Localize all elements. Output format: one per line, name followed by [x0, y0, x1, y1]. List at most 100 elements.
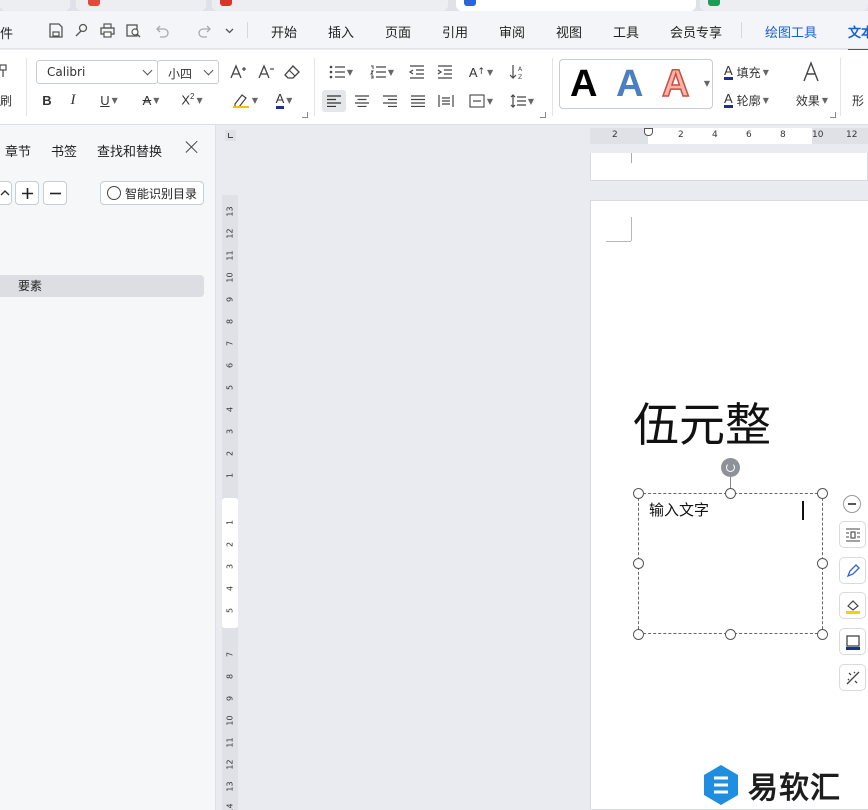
align-left-icon[interactable]	[322, 90, 346, 112]
outline-color-icon[interactable]	[839, 628, 866, 655]
text-style-red-outline[interactable]: A	[661, 63, 690, 105]
save-icon[interactable]	[46, 21, 64, 39]
text-outline-button[interactable]: A 轮廓 ▼	[724, 90, 784, 110]
fill-color-icon[interactable]	[839, 592, 866, 619]
redo-icon[interactable]	[196, 21, 214, 39]
text-style-black[interactable]: A	[570, 64, 597, 104]
nav-tab-find-replace[interactable]: 查找和替换	[97, 141, 162, 160]
resize-handle-left[interactable]	[633, 558, 644, 569]
superscript-button[interactable]: X2 ▼	[176, 90, 208, 110]
tab-view[interactable]: 视图	[556, 22, 582, 41]
tab-home[interactable]: 开始	[271, 22, 297, 41]
brand-logo-icon	[704, 765, 738, 805]
bold-button[interactable]: B	[38, 90, 56, 110]
ruler-number: 9	[225, 296, 235, 303]
pen-style-icon[interactable]	[839, 557, 866, 584]
rotate-handle[interactable]	[721, 458, 740, 477]
chevron-down-icon	[142, 65, 153, 76]
close-icon[interactable]	[184, 139, 200, 155]
text-box[interactable]: 输入文字	[638, 493, 823, 634]
align-center-icon[interactable]	[352, 90, 372, 112]
ruler-number: 3	[225, 428, 235, 435]
nav-tab-bookmarks[interactable]: 书签	[51, 141, 77, 160]
add-heading-button[interactable]	[15, 181, 39, 205]
vertical-align-icon[interactable]: ▼	[464, 90, 498, 112]
sort-icon[interactable]: AZ	[508, 62, 528, 82]
print-preview-icon[interactable]	[124, 21, 142, 39]
resize-handle-top[interactable]	[725, 488, 736, 499]
justify-icon[interactable]	[408, 90, 428, 112]
collapse-toolbar-button[interactable]	[843, 495, 861, 513]
resize-handle-bottom-right[interactable]	[817, 629, 828, 640]
navigation-pane: 章节 书签 查找和替换 智能识别目录 要素	[0, 125, 216, 810]
tab-member[interactable]: 会员专享	[670, 22, 722, 41]
shape-effects-icon[interactable]	[839, 664, 866, 691]
font-size-select[interactable]: 小四	[157, 60, 219, 84]
print-icon[interactable]	[98, 21, 116, 39]
decrease-indent-icon[interactable]	[408, 62, 426, 82]
export-icon[interactable]	[72, 21, 90, 39]
collapse-up-button[interactable]	[0, 181, 12, 205]
italic-button[interactable]: I	[64, 90, 82, 110]
tab-drawing-tools[interactable]: 绘图工具	[765, 22, 817, 41]
tab-tools[interactable]: 工具	[613, 22, 639, 41]
chevron-down-icon[interactable]	[220, 21, 238, 39]
tab-page[interactable]: 页面	[385, 22, 411, 41]
paragraph-dialog-launcher[interactable]	[540, 112, 546, 118]
undo-icon[interactable]	[152, 21, 170, 39]
highlight-icon[interactable]: ▼	[229, 90, 261, 110]
bullet-list-icon[interactable]: ▼	[326, 62, 356, 82]
file-menu[interactable]: 件	[0, 23, 13, 42]
document-heading[interactable]: 伍元整	[633, 389, 771, 455]
ruler-number: 5	[225, 607, 235, 614]
remove-heading-button[interactable]	[43, 181, 67, 205]
font-name-select[interactable]: Calibri	[36, 60, 158, 84]
indent-marker[interactable]	[644, 128, 653, 136]
numbered-list-icon[interactable]: ▼	[367, 62, 397, 82]
format-painter-icon[interactable]	[0, 62, 10, 80]
shape-button-partial[interactable]: 形	[852, 90, 864, 110]
resize-handle-right[interactable]	[817, 558, 828, 569]
format-painter-label[interactable]: 刷	[0, 92, 12, 109]
text-effect-button[interactable]: 效果 ▼	[792, 90, 832, 110]
tab-text-tools[interactable]: 文本	[848, 22, 868, 51]
text-box-content[interactable]: 输入文字	[649, 499, 709, 520]
resize-handle-bottom[interactable]	[725, 629, 736, 640]
nav-tab-chapters[interactable]: 章节	[5, 141, 31, 160]
ruler-number: 2	[678, 130, 684, 140]
smart-toc-label: 智能识别目录	[125, 186, 198, 201]
resize-handle-bottom-left[interactable]	[633, 629, 644, 640]
underline-button[interactable]: U ▼	[94, 90, 124, 110]
doc-tab[interactable]	[700, 0, 868, 11]
clear-format-icon[interactable]	[283, 63, 303, 81]
tab-stop-selector[interactable]	[225, 130, 236, 141]
ppt-icon	[220, 0, 232, 6]
resize-handle-top-left[interactable]	[633, 488, 644, 499]
doc-tab[interactable]	[212, 0, 448, 11]
font-color-button[interactable]: A ▼	[268, 90, 300, 110]
smart-toc-button[interactable]: 智能识别目录	[100, 181, 204, 205]
tab-insert[interactable]: 插入	[328, 22, 354, 41]
line-spacing-icon[interactable]: ▼	[506, 90, 538, 112]
strikethrough-button[interactable]: A ▼	[136, 90, 166, 110]
text-style-dialog-launcher[interactable]	[830, 112, 836, 118]
font-dialog-launcher[interactable]	[302, 112, 308, 118]
doc-tab-active[interactable]	[456, 0, 696, 11]
doc-tab[interactable]	[0, 0, 70, 11]
text-direction-icon[interactable]: A ↑ ▼	[464, 62, 498, 82]
tab-references[interactable]: 引用	[442, 22, 468, 41]
text-wrap-icon[interactable]	[839, 521, 866, 548]
grow-font-icon[interactable]	[228, 63, 248, 81]
resize-handle-top-right[interactable]	[817, 488, 828, 499]
distribute-icon[interactable]	[436, 90, 456, 112]
text-fill-button[interactable]: A 填充 ▼	[724, 62, 784, 82]
text-style-blue[interactable]: A	[616, 64, 643, 104]
doc-tab[interactable]	[76, 0, 206, 11]
shrink-font-icon[interactable]	[256, 63, 276, 81]
toc-item[interactable]: 要素	[0, 275, 204, 297]
gallery-more-icon[interactable]: ▼	[700, 76, 712, 90]
text-style-gallery[interactable]: A A A	[559, 59, 713, 109]
increase-indent-icon[interactable]	[436, 62, 454, 82]
align-right-icon[interactable]	[380, 90, 400, 112]
tab-review[interactable]: 审阅	[499, 22, 525, 41]
